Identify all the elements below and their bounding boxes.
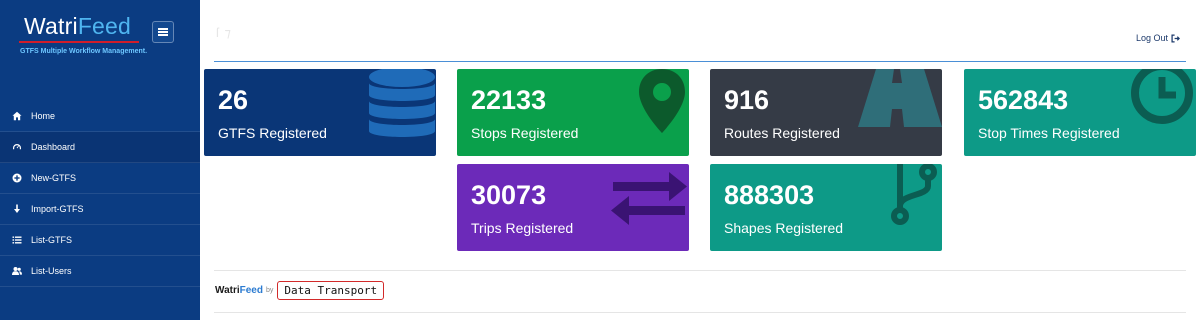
road-icon: [858, 69, 942, 127]
logout-label: Log Out: [1135, 33, 1168, 43]
stat-label: Trips Registered: [471, 220, 574, 236]
sidebar-item-label: List-GTFS: [31, 235, 73, 245]
logout-icon: [1171, 33, 1180, 43]
stat-label: GTFS Registered: [218, 125, 327, 141]
stat-card-stops[interactable]: 22133 Stops Registered: [457, 69, 689, 156]
header-divider: [214, 61, 1186, 62]
hamburger-icon: [158, 28, 168, 36]
footer-divider: [214, 270, 1186, 271]
stat-card-routes[interactable]: 916 Routes Registered: [710, 69, 942, 156]
footer-by: by: [265, 287, 274, 294]
stat-value: 888303: [724, 180, 815, 210]
brand-logo[interactable]: WatriFeed: [24, 13, 131, 40]
branch-icon: [891, 164, 937, 225]
stat-value: 562843: [978, 85, 1069, 115]
sidebar-item-label: List-Users: [31, 266, 72, 276]
stat-label: Shapes Registered: [724, 220, 844, 236]
main-content: ſ ⁊ Log Out 26 GTFS Registered 22133 Sto…: [200, 0, 1200, 320]
footer-partner-logo[interactable]: Data Transport: [277, 281, 385, 300]
stat-value: 30073: [471, 180, 547, 210]
brand-tagline: GTFS Multiple Workflow Management.: [20, 48, 148, 55]
sidebar-item-home[interactable]: Home: [0, 101, 200, 132]
stat-label: Routes Registered: [724, 125, 840, 141]
stat-card-trips[interactable]: 30073 Trips Registered: [457, 164, 689, 251]
stat-value: 26: [218, 85, 249, 115]
sidebar-item-label: Home: [31, 111, 56, 121]
sidebar: WatriFeed GTFS Multiple Workflow Managem…: [0, 0, 200, 320]
footer-brand-part1: Watri: [215, 285, 240, 296]
clock-icon: [1131, 69, 1193, 124]
faded-header-mark: ſ ⁊: [216, 25, 232, 40]
gauge-icon: [11, 141, 23, 153]
stat-value: 22133: [471, 85, 547, 115]
logout-link[interactable]: Log Out: [1136, 33, 1180, 43]
brand: WatriFeed GTFS Multiple Workflow Managem…: [0, 0, 200, 66]
exchange-icon: [611, 172, 687, 225]
users-icon: [11, 265, 23, 277]
sidebar-item-import-gtfs[interactable]: Import-GTFS: [0, 194, 200, 225]
brand-underline: [19, 41, 139, 43]
sidebar-item-list-gtfs[interactable]: List-GTFS: [0, 225, 200, 256]
sidebar-item-list-users[interactable]: List-Users: [0, 256, 200, 287]
plus-circle-icon: [11, 172, 23, 184]
sidebar-item-new-gtfs[interactable]: New-GTFS: [0, 163, 200, 194]
footer-brand: WatriFeed: [215, 285, 263, 296]
download-icon: [11, 203, 23, 215]
database-icon: [369, 69, 435, 137]
list-icon: [11, 234, 23, 246]
stat-card-gtfs[interactable]: 26 GTFS Registered: [204, 69, 436, 156]
brand-name-part2: Feed: [77, 13, 132, 39]
sidebar-item-label: Dashboard: [31, 142, 76, 152]
stat-value: 916: [724, 85, 770, 115]
stat-card-shapes[interactable]: 888303 Shapes Registered: [710, 164, 942, 251]
brand-name-part1: Watri: [24, 13, 78, 39]
menu-toggle-button[interactable]: [152, 21, 174, 43]
home-icon: [11, 110, 23, 122]
stat-label: Stops Registered: [471, 125, 579, 141]
sidebar-item-label: Import-GTFS: [31, 204, 84, 214]
stat-label: Stop Times Registered: [978, 125, 1120, 141]
footer: WatriFeed by Data Transport: [215, 281, 385, 300]
stat-card-stop-times[interactable]: 562843 Stop Times Registered: [964, 69, 1196, 156]
sidebar-nav: Home Dashboard New-GTFS Import-GTFS List…: [0, 101, 200, 287]
footer-brand-part2: Feed: [239, 285, 263, 296]
map-marker-icon: [639, 69, 685, 133]
app-root: WatriFeed GTFS Multiple Workflow Managem…: [0, 0, 1200, 320]
sidebar-item-dashboard[interactable]: Dashboard: [0, 132, 200, 163]
footer-bottom-divider: [214, 312, 1186, 313]
sidebar-item-label: New-GTFS: [31, 173, 76, 183]
